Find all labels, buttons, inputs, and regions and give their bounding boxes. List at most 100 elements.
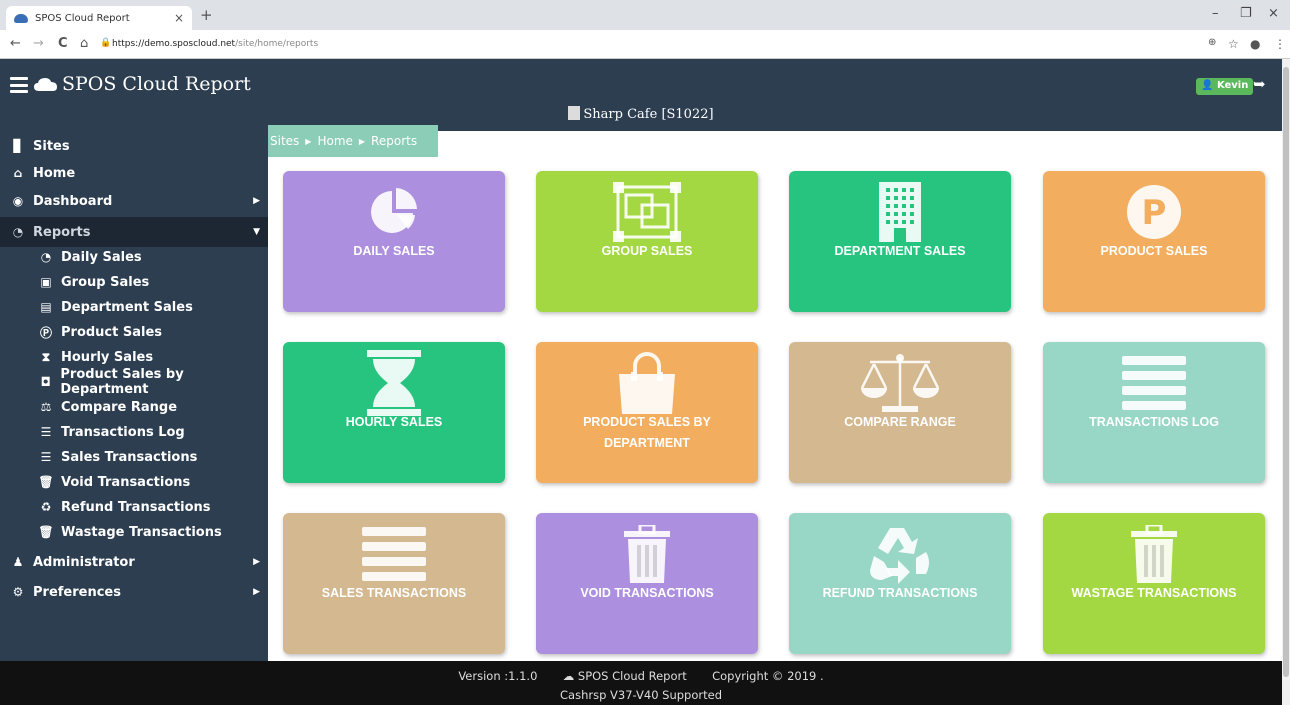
address-bar-row: ← → C ⌂ 🔒 https://demo.sposcloud.net/sit…: [0, 30, 1290, 59]
tile-department-sales[interactable]: DEPARTMENT SALES: [789, 171, 1011, 312]
sidebar-item-reports[interactable]: ◔ Reports ▼: [0, 217, 268, 247]
tile-hourly-sales[interactable]: HOURLY SALES: [283, 342, 505, 483]
building-icon: [789, 181, 1011, 243]
sidebar-item-label: Dashboard: [33, 193, 113, 209]
caret-right-icon: ▶: [253, 587, 260, 597]
tile-label: TRANSACTIONS LOG: [1089, 415, 1219, 429]
building-icon: ▤: [40, 300, 52, 314]
user-icon: ♟: [12, 555, 24, 569]
sidebar-item-compare-range[interactable]: ⚖ Compare Range: [38, 395, 177, 419]
close-window-icon[interactable]: ×: [1268, 6, 1279, 21]
footer-version: Version :1.1.0: [458, 669, 538, 683]
sidebar-item-label: Wastage Transactions: [61, 524, 222, 540]
cloud-logo-icon: [34, 78, 57, 91]
sidebar-item-transactions-log[interactable]: ☰ Transactions Log: [38, 420, 185, 444]
tile-label: WASTAGE TRANSACTIONS: [1071, 586, 1237, 600]
tile-sales-transactions[interactable]: SALES TRANSACTIONS: [283, 513, 505, 654]
new-tab-button[interactable]: +: [200, 6, 213, 24]
caret-right-icon: ▶: [253, 196, 260, 206]
minimize-icon[interactable]: –: [1212, 6, 1219, 21]
tab-close-icon[interactable]: ×: [174, 11, 184, 25]
tile-label: GROUP SALES: [601, 244, 693, 258]
sidebar-item-sites[interactable]: ▊ Sites: [0, 131, 268, 161]
sidebar-item-administrator[interactable]: ♟ Administrator ▶: [0, 547, 268, 577]
caret-down-icon: ▼: [253, 227, 260, 237]
list-icon: ☰: [40, 450, 52, 464]
forward-icon[interactable]: →: [33, 36, 44, 51]
sidebar: ▊ Sites ⌂ Home ◉ Dashboard ▶ ◔ Reports ▼…: [0, 131, 268, 661]
lock-icon: 🔒: [100, 38, 112, 48]
sidebar-item-label: Hourly Sales: [61, 349, 154, 365]
object-group-icon: [536, 181, 758, 243]
tile-wastage-transactions[interactable]: WASTAGE TRANSACTIONS: [1043, 513, 1265, 654]
cloud-icon: ☁: [562, 669, 575, 683]
zoom-icon[interactable]: ⊕: [1208, 37, 1216, 48]
sidebar-item-product-sales[interactable]: Ⓟ Product Sales: [38, 320, 162, 344]
pie-chart-icon: [283, 181, 505, 243]
tile-product-sales[interactable]: P PRODUCT SALES: [1043, 171, 1265, 312]
tile-compare-range[interactable]: COMPARE RANGE: [789, 342, 1011, 483]
sidebar-item-label: Sites: [33, 138, 70, 154]
sidebar-item-wastage-transactions[interactable]: 🗑 Wastage Transactions: [38, 520, 222, 544]
bookmark-star-icon[interactable]: ☆: [1228, 37, 1239, 51]
cloud-favicon-icon: [14, 13, 28, 23]
scrollbar[interactable]: [1282, 59, 1290, 705]
sidebar-item-daily-sales[interactable]: ◔ Daily Sales: [38, 245, 142, 269]
shopping-bag-icon: [536, 352, 758, 414]
sidebar-item-preferences[interactable]: ⚙ Preferences ▶: [0, 577, 268, 607]
sidebar-item-void-transactions[interactable]: 🗑 Void Transactions: [38, 470, 190, 494]
product-p-icon: P: [1043, 181, 1265, 243]
tile-transactions-log[interactable]: TRANSACTIONS LOG: [1043, 342, 1265, 483]
user-name: Kevin: [1216, 80, 1249, 91]
trash-icon: [1043, 523, 1265, 585]
tile-void-transactions[interactable]: VOID TRANSACTIONS: [536, 513, 758, 654]
breadcrumb-sites[interactable]: Sites: [270, 134, 299, 148]
object-group-icon: ▣: [40, 275, 52, 289]
tile-product-sales-by-department[interactable]: PRODUCT SALES BY DEPARTMENT: [536, 342, 758, 483]
breadcrumb-home[interactable]: Home: [317, 134, 352, 148]
sidebar-item-department-sales[interactable]: ▤ Department Sales: [38, 295, 193, 319]
sidebar-item-refund-transactions[interactable]: ♻ Refund Transactions: [38, 495, 211, 519]
sidebar-item-hourly-sales[interactable]: ⧗ Hourly Sales: [38, 345, 153, 369]
sidebar-item-label: Product Sales: [61, 324, 163, 340]
scrollbar-thumb[interactable]: [1283, 67, 1289, 677]
user-button[interactable]: 👤 Kevin: [1196, 78, 1254, 95]
sidebar-item-group-sales[interactable]: ▣ Group Sales: [38, 270, 149, 294]
reload-icon[interactable]: C: [58, 36, 68, 51]
maximize-icon[interactable]: ❐: [1240, 6, 1252, 21]
home-button-icon[interactable]: ⌂: [80, 36, 88, 51]
menu-dots-icon[interactable]: ⋮: [1274, 37, 1286, 51]
back-icon[interactable]: ←: [10, 36, 21, 51]
sidebar-item-home[interactable]: ⌂ Home: [0, 158, 268, 188]
pie-chart-icon: ◔: [12, 225, 24, 239]
sidebar-item-label: Compare Range: [61, 399, 178, 415]
browser-tab-bar: SPOS Cloud Report × + – ❐ ×: [0, 0, 1290, 30]
app-title: SPOS Cloud Report: [62, 73, 251, 95]
sidebar-item-label: Preferences: [33, 584, 121, 600]
tile-daily-sales[interactable]: DAILY SALES: [283, 171, 505, 312]
sidebar-item-label: Reports: [33, 224, 91, 240]
profile-icon[interactable]: ●: [1250, 37, 1260, 51]
tile-label: COMPARE RANGE: [844, 415, 956, 429]
list-icon: ☰: [40, 425, 52, 439]
tile-label: DAILY SALES: [353, 244, 435, 258]
tile-label: VOID TRANSACTIONS: [580, 586, 714, 600]
breadcrumb-reports[interactable]: Reports: [371, 134, 417, 148]
cog-icon: ⚙: [12, 585, 24, 599]
sidebar-item-sales-transactions[interactable]: ☰ Sales Transactions: [38, 445, 198, 469]
sidebar-item-dashboard[interactable]: ◉ Dashboard ▶: [0, 186, 268, 216]
sidebar-item-label: Daily Sales: [61, 249, 142, 265]
browser-tab[interactable]: SPOS Cloud Report ×: [6, 6, 192, 30]
sidebar-item-product-sales-by-department[interactable]: ◘ Product Sales by Department: [38, 367, 268, 397]
url-field[interactable]: https://demo.sposcloud.net/site/home/rep…: [112, 39, 318, 49]
footer-copyright: Copyright © 2019 .: [712, 669, 824, 683]
list-icon: [1043, 352, 1265, 414]
tile-group-sales[interactable]: GROUP SALES: [536, 171, 758, 312]
tile-label: REFUND TRANSACTIONS: [822, 586, 978, 600]
logout-icon[interactable]: ➥: [1253, 75, 1266, 93]
hamburger-menu-icon[interactable]: [10, 77, 28, 93]
tile-label: PRODUCT SALES: [1100, 244, 1208, 258]
tile-refund-transactions[interactable]: REFUND TRANSACTIONS: [789, 513, 1011, 654]
pie-chart-icon: ◔: [40, 250, 52, 264]
tile-label: SALES TRANSACTIONS: [321, 586, 467, 600]
